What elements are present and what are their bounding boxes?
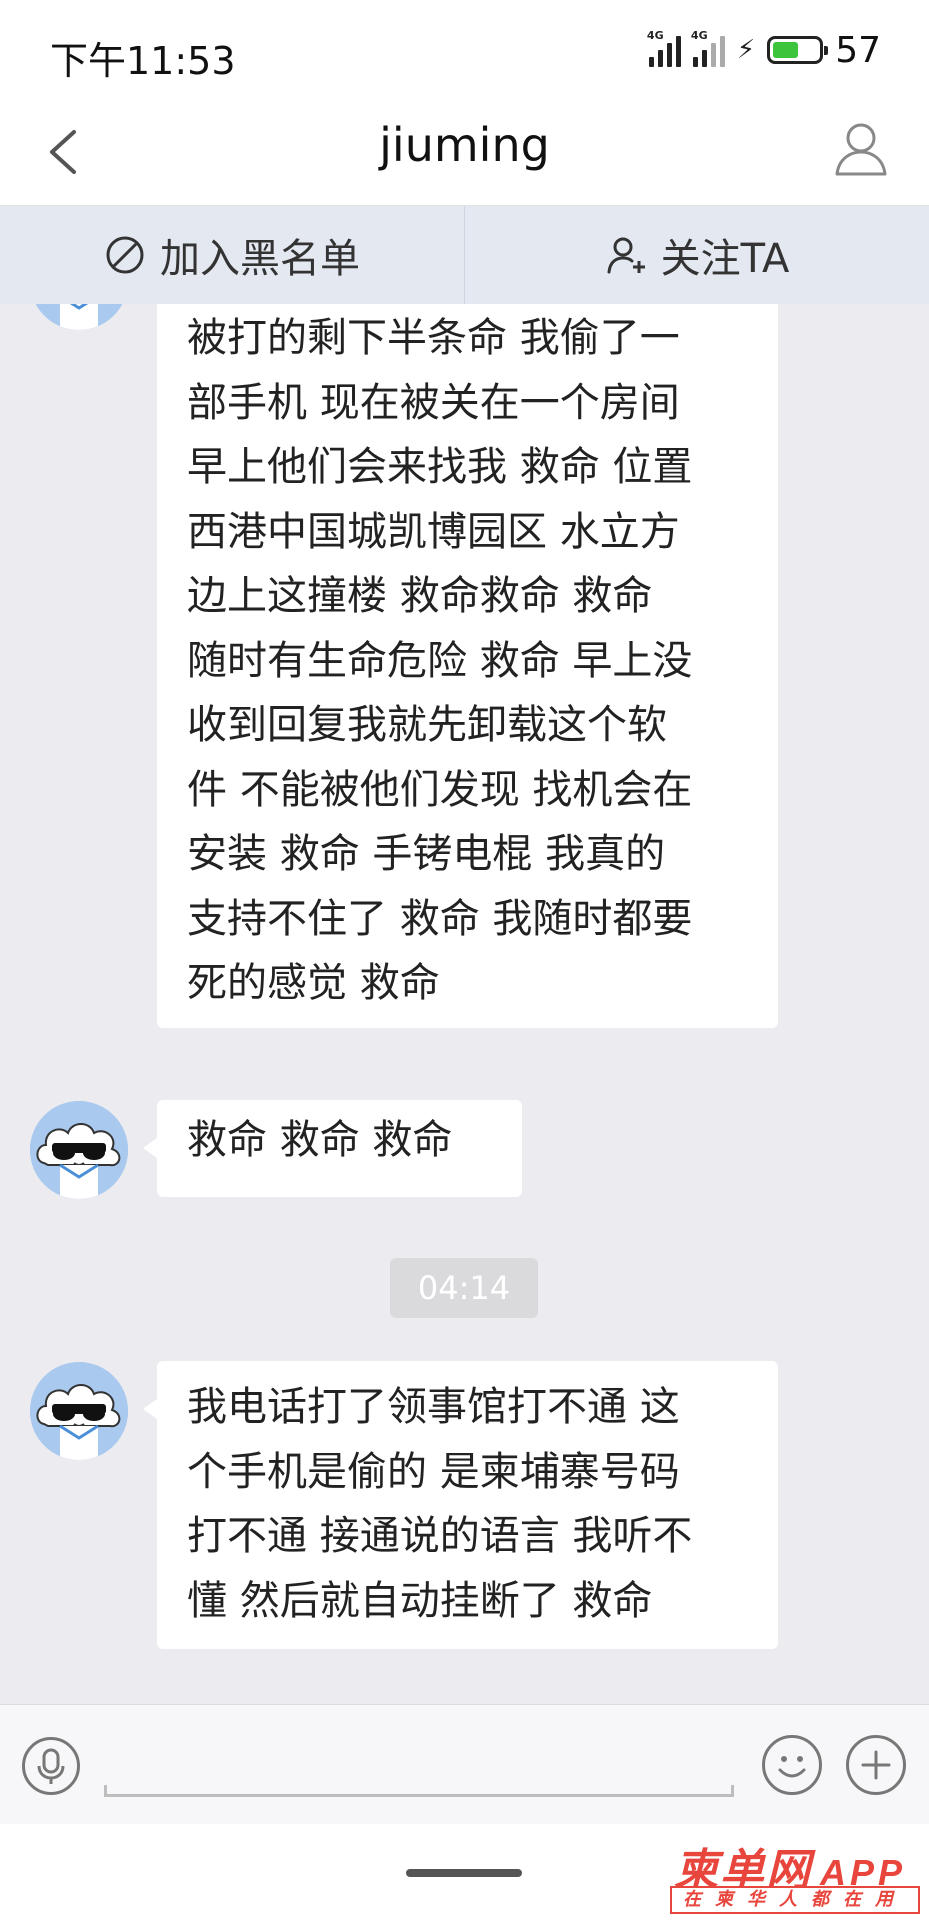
chat-header: jiuming <box>0 100 929 206</box>
person-icon <box>835 123 887 176</box>
avatar[interactable] <box>30 1362 128 1460</box>
battery-icon <box>767 36 829 64</box>
battery-level: 57 <box>835 29 881 71</box>
blacklist-label: 加入黑名单 <box>160 236 360 282</box>
block-icon <box>106 236 144 274</box>
navigation-bar: 柬单网 APP 在柬华人都在用 <box>0 1824 929 1920</box>
follow-label: 关注TA <box>660 236 790 282</box>
smiley-icon <box>778 1756 806 1778</box>
cloud-sunglasses-avatar-icon <box>30 304 128 330</box>
message-bubble[interactable]: 我电话打了领事馆打不通 这 个手机是偷的 是柬埔寨号码 打不通 接通说的语言 我… <box>143 1361 778 1649</box>
watermark-logo: 柬单网 APP 在柬华人都在用 <box>670 1834 920 1916</box>
cloud-sunglasses-avatar-icon <box>30 1362 128 1460</box>
more-button[interactable] <box>846 1735 906 1795</box>
microphone-icon <box>37 1748 65 1784</box>
message-input[interactable] <box>104 1735 734 1797</box>
page-title: jiuming <box>379 118 550 172</box>
avatar[interactable] <box>30 304 128 330</box>
follow-button[interactable]: 关注TA <box>465 206 929 304</box>
input-bar <box>0 1704 929 1824</box>
message-bubble[interactable]: 救命 救命 救命 <box>143 1100 522 1197</box>
profile-button[interactable] <box>829 116 893 180</box>
voice-button[interactable] <box>22 1737 80 1795</box>
cloud-sunglasses-avatar-icon <box>30 1101 128 1199</box>
timestamp: 04:14 <box>390 1258 538 1318</box>
avatar[interactable] <box>30 1101 128 1199</box>
signal-icon: 4G <box>647 29 681 67</box>
plus-icon <box>861 1750 891 1780</box>
status-time: 下午11:53 <box>50 39 236 83</box>
status-icons: 4G 4G ⚡ 57 <box>647 28 881 72</box>
signal-icon: 4G <box>691 29 725 67</box>
emoji-button[interactable] <box>762 1735 822 1795</box>
status-bar: 下午11:53 4G 4G ⚡ 57 <box>0 0 929 100</box>
charging-icon: ⚡ <box>736 35 756 65</box>
action-bar: 加入黑名单 关注TA <box>0 206 929 304</box>
add-person-icon <box>607 237 645 274</box>
message-bubble[interactable]: 被打的剩下半条命 我偷了一 部手机 现在被关在一个房间 早上他们会来找我 救命 … <box>157 304 778 1028</box>
blacklist-button[interactable]: 加入黑名单 <box>0 206 464 304</box>
chat-area[interactable]: 被打的剩下半条命 我偷了一 部手机 现在被关在一个房间 早上他们会来找我 救命 … <box>0 304 929 1704</box>
home-indicator[interactable] <box>406 1869 522 1877</box>
